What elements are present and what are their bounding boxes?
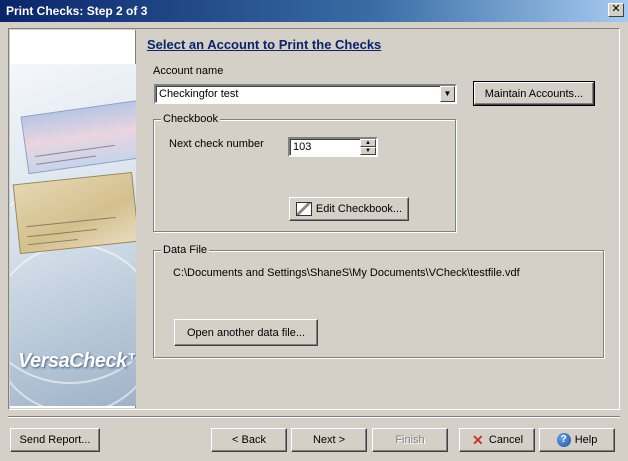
data-file-group-title: Data File [161, 244, 210, 256]
footer-separator [8, 416, 620, 418]
open-data-file-button[interactable]: Open another data file... [174, 319, 318, 346]
cancel-button[interactable]: ✕ Cancel [459, 428, 535, 452]
next-check-number-stepper[interactable]: 103 ▲ ▼ [288, 137, 378, 157]
edit-checkbook-label: Edit Checkbook... [315, 203, 403, 215]
help-icon: ? [556, 433, 571, 447]
help-button[interactable]: ? Help [539, 428, 615, 452]
next-button[interactable]: Next > [291, 428, 367, 452]
account-name-label: Account name [153, 65, 224, 77]
check-image-blue [20, 99, 136, 175]
decorative-swirl [10, 244, 136, 406]
back-button[interactable]: < Back [211, 428, 287, 452]
title-bar: Print Checks: Step 2 of 3 ✕ [0, 0, 628, 22]
data-file-path: C:\Documents and Settings\ShaneS\My Docu… [173, 267, 520, 279]
check-image-gold [12, 171, 136, 255]
chevron-down-icon[interactable]: ▼ [440, 86, 455, 102]
account-select[interactable]: Checkingfor test ▼ [154, 84, 457, 104]
checkbook-group-title: Checkbook [161, 113, 221, 125]
versacheck-logo: VersaCheck™ [18, 350, 136, 372]
close-icon: ✕ [611, 3, 621, 15]
edit-icon [295, 202, 312, 216]
account-select-value: Checkingfor test [159, 88, 239, 100]
send-report-button[interactable]: Send Report... [10, 428, 100, 452]
next-check-number-label: Next check number [169, 138, 264, 150]
page-heading: Select an Account to Print the Checks [147, 37, 382, 52]
checks-illustration: VersaCheck™ [10, 64, 136, 406]
sidebar-panel: VersaCheck™ [10, 30, 136, 408]
stepper-down-icon[interactable]: ▼ [360, 147, 376, 155]
close-button[interactable]: ✕ [608, 3, 624, 17]
stepper-buttons: ▲ ▼ [360, 139, 376, 155]
edit-checkbook-button[interactable]: Edit Checkbook... [289, 197, 409, 221]
cancel-label: Cancel [488, 434, 524, 446]
help-label: Help [574, 434, 598, 446]
next-check-number-value: 103 [293, 141, 312, 153]
window-title: Print Checks: Step 2 of 3 [6, 4, 148, 18]
finish-button[interactable]: Finish [372, 428, 448, 452]
stepper-up-icon[interactable]: ▲ [360, 139, 376, 147]
cancel-icon: ✕ [472, 432, 484, 448]
maintain-accounts-button[interactable]: Maintain Accounts... [473, 81, 595, 106]
